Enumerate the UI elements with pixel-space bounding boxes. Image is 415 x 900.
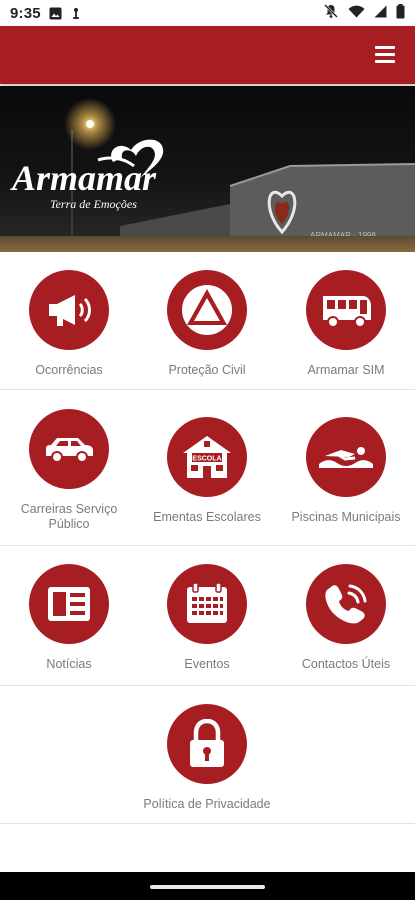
menu-item-piscinas-municipais[interactable]: Piscinas Municipais [277, 417, 415, 525]
menu-item-label: Piscinas Municipais [291, 510, 401, 524]
padlock-icon [167, 704, 247, 784]
wifi-icon [348, 5, 365, 22]
home-gesture-handle[interactable] [150, 885, 265, 889]
newspaper-icon [29, 564, 109, 644]
banner-tagline: Terra de Emoções [50, 197, 137, 211]
menu-grid: Ocorrências Proteção Civil Armamar SIM C… [0, 252, 415, 824]
navigation-bar [0, 872, 415, 900]
menu-item-politica-privacidade[interactable]: Política de Privacidade [138, 704, 276, 812]
hamburger-menu-icon[interactable] [375, 46, 395, 64]
menu-item-label: Contactos Úteis [301, 657, 391, 671]
menu-item-label: Carreiras Serviço Público [20, 502, 118, 531]
app-bar [0, 26, 415, 84]
bus-icon [306, 270, 386, 350]
swimmer-icon [306, 417, 386, 497]
school-icon: ESCOLA [167, 417, 247, 497]
battery-icon [396, 3, 405, 23]
photo-notification-icon [49, 7, 62, 20]
calendar-icon [167, 564, 247, 644]
menu-item-label: Ocorrências [35, 363, 103, 377]
header-banner: ARMAMAR · 1998 Armamar Terra de Emoções [0, 86, 415, 252]
menu-item-noticias[interactable]: Notícias [0, 564, 138, 672]
megaphone-icon [29, 270, 109, 350]
menu-item-ementas-escolares[interactable]: ESCOLA Ementas Escolares [138, 417, 276, 525]
signal-icon [374, 5, 387, 22]
menu-item-ocorrencias[interactable]: Ocorrências [0, 270, 138, 378]
car-icon [29, 409, 109, 489]
menu-row: Ocorrências Proteção Civil Armamar SIM [0, 252, 415, 390]
phone-icon [306, 564, 386, 644]
menu-item-contactos-uteis[interactable]: Contactos Úteis [277, 564, 415, 672]
menu-item-armamar-sim[interactable]: Armamar SIM [277, 270, 415, 378]
menu-item-label: Eventos [184, 657, 230, 671]
menu-item-label: Proteção Civil [168, 363, 246, 377]
menu-item-label: Notícias [46, 657, 92, 671]
menu-row: Notícias Eventos Contactos Úteis [0, 546, 415, 686]
status-bar: 9:35 [0, 0, 415, 26]
menu-item-carreiras[interactable]: Carreiras Serviço Público [0, 409, 138, 532]
menu-item-label: Armamar SIM [307, 363, 385, 377]
banner-night-scene: ARMAMAR · 1998 Armamar Terra de Emoções [0, 98, 415, 252]
school-sign-text: ESCOLA [192, 456, 221, 463]
menu-row: Política de Privacidade [0, 686, 415, 824]
menu-item-protecao-civil[interactable]: Proteção Civil [138, 270, 276, 378]
menu-item-label: Política de Privacidade [143, 797, 271, 811]
menu-item-label: Ementas Escolares [153, 510, 261, 524]
broadcast-notification-icon [70, 6, 82, 20]
banner-logo: Armamar [10, 158, 157, 198]
menu-row: Carreiras Serviço Público ESCOLA Ementas… [0, 390, 415, 546]
status-time: 9:35 [10, 4, 41, 22]
menu-item-eventos[interactable]: Eventos [138, 564, 276, 672]
mute-icon [323, 3, 339, 23]
civil-protection-triangle-icon [167, 270, 247, 350]
